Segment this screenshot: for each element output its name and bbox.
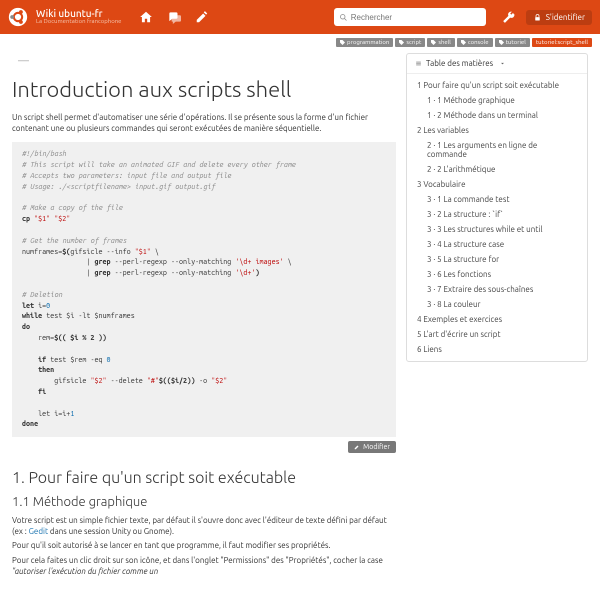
tag-icon: [499, 40, 504, 45]
page-dash: —: [18, 55, 396, 67]
gedit-link[interactable]: Gedit: [29, 527, 49, 536]
chat-icon[interactable]: [167, 10, 181, 24]
ubuntu-logo-icon: [8, 7, 28, 27]
header-nav: [139, 10, 209, 24]
tag-link[interactable]: tutoriel: [495, 38, 530, 47]
toc-item[interactable]: 5 L'art d'écrire un script: [409, 327, 585, 342]
signin-button[interactable]: S'identifier: [526, 10, 592, 25]
toc-item[interactable]: 3 · 6 Les fonctions: [409, 267, 585, 282]
edit-row: Modifier: [12, 441, 396, 453]
chevron-down-icon: [499, 60, 506, 67]
home-icon[interactable]: [139, 10, 153, 24]
toc-header[interactable]: Table des matières: [407, 54, 587, 74]
intro-paragraph: Un script shell permet d'automatiser une…: [12, 112, 396, 134]
site-branding[interactable]: Wiki ubuntu-fr La Documentation francoph…: [36, 9, 121, 25]
page-title: Introduction aux scripts shell: [12, 77, 396, 102]
lock-icon: [533, 13, 542, 22]
search-icon: [339, 13, 348, 22]
edit-button[interactable]: Modifier: [348, 441, 396, 453]
code-block: #!/bin/bash # This script will take an a…: [12, 142, 396, 437]
tag-link[interactable]: console: [457, 38, 493, 47]
toc-item[interactable]: 3 · 7 Extraire des sous-chaînes: [409, 282, 585, 297]
pencil-icon: [354, 444, 360, 450]
toc-item[interactable]: 2 · 1 Les arguments en ligne de commande: [409, 138, 585, 162]
tag-icon: [431, 40, 436, 45]
site-subtitle: La Documentation francophone: [36, 19, 121, 25]
paragraph: Pour qu'il soit autorisé à se lancer en …: [12, 540, 396, 551]
toc-item[interactable]: 6 Liens: [409, 342, 585, 357]
search-box[interactable]: [334, 8, 486, 26]
main-area: — Introduction aux scripts shell Un scri…: [0, 51, 600, 588]
tag-icon: [461, 40, 466, 45]
toc-item[interactable]: 1 · 2 Méthode dans un terminal: [409, 108, 585, 123]
signin-label: S'identifier: [546, 13, 585, 22]
tag-icon: [340, 40, 345, 45]
toc-body: 1 Pour faire qu'un script soit exécutabl…: [407, 74, 587, 361]
toc-item[interactable]: 4 Exemples et exercices: [409, 312, 585, 327]
header-right: S'identifier: [502, 10, 592, 25]
toc-item[interactable]: 3 · 3 Les structures while et until: [409, 222, 585, 237]
paragraph: Pour cela faites un clic droit sur son i…: [12, 555, 396, 577]
wrench-icon[interactable]: [502, 10, 516, 24]
top-header: Wiki ubuntu-fr La Documentation francoph…: [0, 0, 600, 34]
tag-bar: programmation script shell console tutor…: [0, 34, 600, 51]
list-icon: [415, 60, 422, 67]
tag-current: tutoriel:script_shell: [532, 38, 592, 47]
search-input[interactable]: [351, 13, 481, 22]
toc-item[interactable]: 3 · 2 La structure : `if`: [409, 207, 585, 222]
table-of-contents: Table des matières 1 Pour faire qu'un sc…: [406, 53, 588, 362]
tag-icon: [399, 40, 404, 45]
tag-link[interactable]: shell: [427, 38, 455, 47]
toc-title: Table des matières: [426, 59, 493, 68]
toc-item[interactable]: 1 Pour faire qu'un script soit exécutabl…: [409, 78, 585, 93]
subsection-heading: 1.1 Méthode graphique: [12, 495, 396, 509]
toc-item[interactable]: 3 Vocabulaire: [409, 177, 585, 192]
toc-item[interactable]: 3 · 5 La structure for: [409, 252, 585, 267]
toc-item[interactable]: 3 · 4 La structure case: [409, 237, 585, 252]
article-content: — Introduction aux scripts shell Un scri…: [12, 53, 396, 580]
tag-link[interactable]: script: [395, 38, 425, 47]
tag-link[interactable]: programmation: [336, 38, 393, 47]
section-heading: 1. Pour faire qu'un script soit exécutab…: [12, 469, 396, 487]
toc-item[interactable]: 3 · 1 La commande test: [409, 192, 585, 207]
edit-icon[interactable]: [195, 10, 209, 24]
toc-item[interactable]: 3 · 8 La couleur: [409, 297, 585, 312]
toc-item[interactable]: 1 · 1 Méthode graphique: [409, 93, 585, 108]
paragraph: Votre script est un simple fichier texte…: [12, 515, 396, 537]
toc-item[interactable]: 2 Les variables: [409, 123, 585, 138]
toc-item[interactable]: 2 · 2 L'arithmétique: [409, 162, 585, 177]
